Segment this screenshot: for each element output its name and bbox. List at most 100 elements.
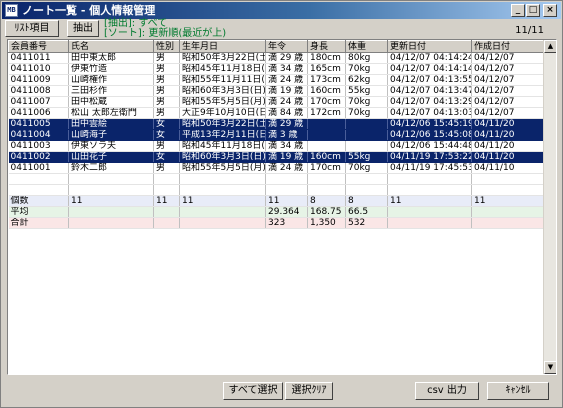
table-cell: 伊東ソラ夫	[68, 140, 154, 152]
table-cell: 173cm	[307, 74, 346, 86]
table-cell: 昭和50年3月22日(土	[179, 118, 266, 130]
table-cell: 04/12/07 04:13:29	[387, 96, 472, 108]
table-cell: 男	[153, 63, 180, 75]
table-cell: 04/12/06 15:45:19	[387, 118, 472, 130]
record-count: 11/11	[515, 25, 544, 36]
table-cell: 昭和60年3月3日(日)	[179, 151, 266, 163]
summary-cell: 11	[153, 195, 180, 207]
column-header[interactable]: 会員番号	[8, 40, 69, 53]
blank-cell	[387, 184, 472, 196]
summary-cell	[387, 217, 472, 229]
blank-cell	[8, 173, 69, 185]
minimize-button[interactable]: _	[511, 4, 525, 17]
table-cell: 04/12/07	[471, 107, 545, 119]
maximize-button[interactable]: □	[526, 4, 540, 17]
extract-button[interactable]: 抽出	[67, 20, 99, 37]
scroll-down-icon[interactable]: ▼	[544, 361, 556, 374]
table-row[interactable]: 0411001 鈴木二郎男昭和55年5月5日(月) 満 24 歳 170cm 70kg 0…	[8, 162, 545, 174]
table-cell: 満 29 歳	[265, 118, 308, 130]
column-header[interactable]: 性別	[153, 40, 180, 53]
table-row[interactable]: 0411008 三田杉作男昭和60年3月3日(日) 満 19 歳 160cm 55kg 0…	[8, 85, 545, 97]
column-header[interactable]: 年令	[265, 40, 308, 53]
table-cell: 昭和55年11月11日(火	[179, 74, 266, 86]
table-cell: 男	[153, 52, 180, 64]
close-button[interactable]: ×	[543, 4, 557, 17]
scroll-up-icon[interactable]: ▲	[544, 40, 556, 53]
table-row[interactable]: 0411002 山田花子女昭和60年3月3日(日) 満 19 歳 160cm 55kg 0…	[8, 151, 545, 163]
column-header[interactable]: 更新日付	[387, 40, 472, 53]
summary-cell: 合計	[8, 217, 69, 229]
vertical-scrollbar[interactable]: ▲ ▼	[543, 40, 556, 374]
table-cell: 0411007	[8, 96, 69, 108]
column-header[interactable]: 身長	[307, 40, 346, 53]
table-cell	[307, 118, 346, 130]
table-cell: 女	[153, 151, 180, 163]
table-cell: 170cm	[307, 162, 346, 174]
summary-cell	[471, 206, 545, 218]
column-header[interactable]: 作成日付	[471, 40, 545, 53]
column-header[interactable]: 生年月日	[179, 40, 266, 53]
blank-cell	[345, 184, 388, 196]
table-cell: 0411009	[8, 74, 69, 86]
table-cell: 04/12/07	[471, 85, 545, 97]
table-cell: 満 29 歳	[265, 52, 308, 64]
summary-cell	[179, 217, 266, 229]
table-row[interactable]: 0411009 山崎権作男昭和55年11月11日(火満 24 歳 173cm 62kg…	[8, 74, 545, 86]
table-cell: 昭和55年5月5日(月)	[179, 162, 266, 174]
summary-cell: 66.5	[345, 206, 388, 218]
column-header[interactable]: 氏名	[68, 40, 154, 53]
summary-cell: 11	[387, 195, 472, 207]
table-cell: 70kg	[345, 162, 388, 174]
table-cell: 女	[153, 129, 180, 141]
table-cell: 0411006	[8, 107, 69, 119]
table-cell: 満 19 歳	[265, 151, 308, 163]
table-cell: 55kg	[345, 151, 388, 163]
table-cell: 0411001	[8, 162, 69, 174]
table-row[interactable]: 0411003 伊東ソラ夫男昭和45年11月18日(水満 34 歳 04/12/06…	[8, 140, 545, 152]
table-cell: 0411010	[8, 63, 69, 75]
table-cell: 満 3 歳	[265, 129, 308, 141]
summary-cell: 11	[265, 195, 308, 207]
summary-cell: 8	[307, 195, 346, 207]
summary-cell: 1,350	[307, 217, 346, 229]
table-cell: 満 24 歳	[265, 162, 308, 174]
table-cell: 04/11/20	[471, 118, 545, 130]
blank-cell	[179, 184, 266, 196]
list-items-button[interactable]: ﾘｽﾄ項目	[5, 20, 59, 37]
table-cell: 70kg	[345, 63, 388, 75]
table-row[interactable]: 0411011 田中東太郎男昭和50年3月22日(土満 29 歳 180cm 80kg…	[8, 52, 545, 64]
table-row[interactable]: 0411007 田中松蔵男昭和55年5月5日(月) 満 24 歳 170cm 70kg 0…	[8, 96, 545, 108]
table-cell: 04/11/20	[471, 140, 545, 152]
table-cell: 180cm	[307, 52, 346, 64]
records-grid[interactable]: 会員番号 氏名 性別 生年月日 年令 身長 体重 更新日付 作成日付 0411011 田中東太郎男…	[7, 39, 557, 375]
table-row[interactable]: 0411005 田中雲絵女昭和50年3月22日(土満 29 歳 04/12/06 1…	[8, 118, 545, 130]
table-cell: 男	[153, 162, 180, 174]
blank-row	[8, 184, 545, 196]
table-cell: 三田杉作	[68, 85, 154, 97]
summary-cell: 個数	[8, 195, 69, 207]
table-cell: 満 19 歳	[265, 85, 308, 97]
table-cell: 04/12/06 15:45:08	[387, 129, 472, 141]
window-title: ノート一覧 - 個人情報管理	[22, 4, 156, 17]
select-all-button[interactable]: すべて選択	[223, 382, 283, 400]
blank-cell	[307, 173, 346, 185]
table-row[interactable]: 0411010 伊東竹造男昭和45年11月18日(水満 34 歳 165cm 70kg…	[8, 63, 545, 75]
blank-cell	[8, 184, 69, 196]
table-cell: 男	[153, 74, 180, 86]
table-row[interactable]: 0411004 山崎海子女平成13年2月11日(日満 3 歳 04/12/06 15…	[8, 129, 545, 141]
table-cell	[345, 118, 388, 130]
column-header[interactable]: 体重	[345, 40, 388, 53]
table-cell: 04/11/20	[471, 151, 545, 163]
clear-selection-button[interactable]: 選択ｸﾘｱ	[285, 382, 333, 400]
blank-cell	[345, 173, 388, 185]
table-row[interactable]: 0411006 松山 太郎左衛門男大正9年10月10日(日満 84 歳 172cm 7…	[8, 107, 545, 119]
blank-cell	[471, 184, 545, 196]
records-table: 会員番号 氏名 性別 生年月日 年令 身長 体重 更新日付 作成日付 0411011 田中東太郎男…	[8, 40, 545, 229]
cancel-button[interactable]: ｷｬﾝｾﾙ	[487, 382, 549, 400]
csv-output-button[interactable]: csv 出力	[415, 382, 479, 400]
table-cell: 山崎権作	[68, 74, 154, 86]
table-cell	[345, 140, 388, 152]
table-cell: 62kg	[345, 74, 388, 86]
table-cell: 04/11/19 17:45:53	[387, 162, 472, 174]
table-cell: 0411011	[8, 52, 69, 64]
